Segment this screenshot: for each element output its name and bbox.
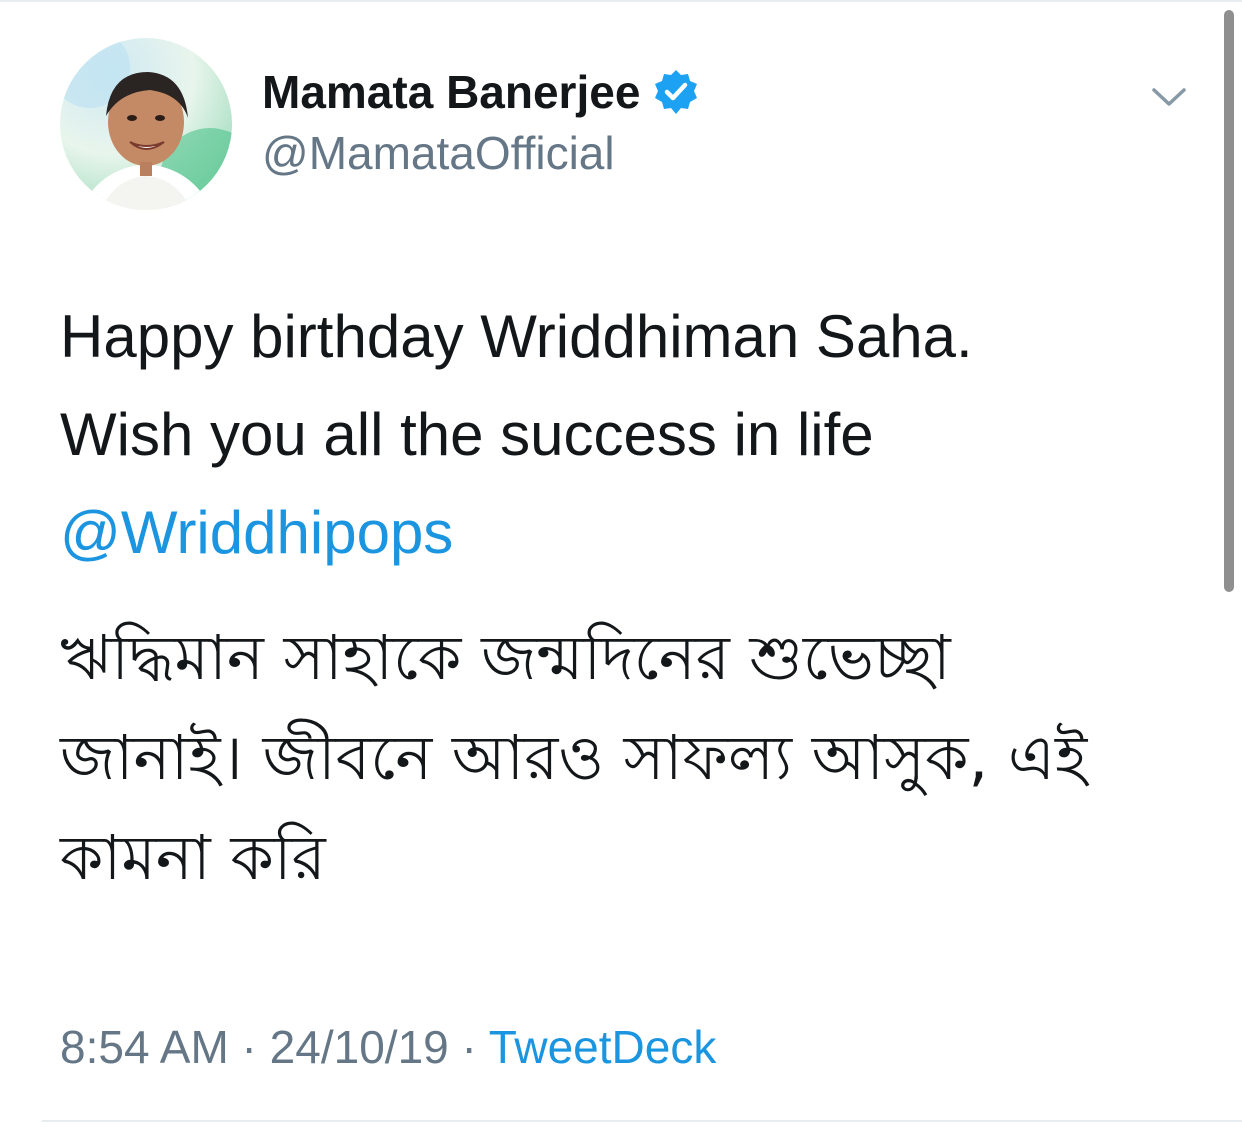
author-name-row[interactable]: Mamata Banerjee	[262, 64, 700, 120]
top-divider	[0, 0, 1242, 2]
bottom-divider	[42, 1120, 1242, 1122]
tweet-time[interactable]: 8:54 AM	[60, 1021, 229, 1073]
tweet-text: Happy birthday Wriddhiman Saha. Wish you…	[60, 288, 1200, 582]
tweet-date[interactable]: 24/10/19	[270, 1021, 449, 1073]
meta-separator: ·	[228, 1021, 270, 1073]
tweet-text-line: Happy birthday Wriddhiman Saha.	[60, 303, 973, 370]
tweet-text-line: ঋদ্ধিমান সাহাকে জন্মদিনের শুভেচ্ছা	[60, 621, 951, 694]
tweet-source-link[interactable]: TweetDeck	[489, 1021, 717, 1073]
meta-separator: ·	[448, 1021, 489, 1073]
tweet-meta: 8:54 AM · 24/10/19 · TweetDeck	[60, 1020, 716, 1074]
display-name[interactable]: Mamata Banerjee	[262, 65, 640, 119]
tweet-text-line: কামনা করি	[60, 821, 326, 894]
tweet-text-bengali: ঋদ্ধিমান সাহাকে জন্মদিনের শুভেচ্ছা জানাই…	[60, 608, 1210, 908]
avatar[interactable]	[60, 38, 232, 210]
tweet-text-line: জানাই। জীবনে আরও সাফল্য আসুক, এই	[60, 721, 1088, 794]
mention-link[interactable]: @Wriddhipops	[60, 484, 1200, 582]
scrollbar[interactable]	[1224, 10, 1234, 592]
chevron-down-icon[interactable]	[1150, 82, 1188, 112]
author-handle[interactable]: @MamataOfficial	[262, 126, 615, 180]
avatar-image	[60, 38, 232, 210]
tweet-text-line: Wish you all the success in life	[60, 401, 874, 468]
verified-badge-icon	[652, 68, 700, 116]
